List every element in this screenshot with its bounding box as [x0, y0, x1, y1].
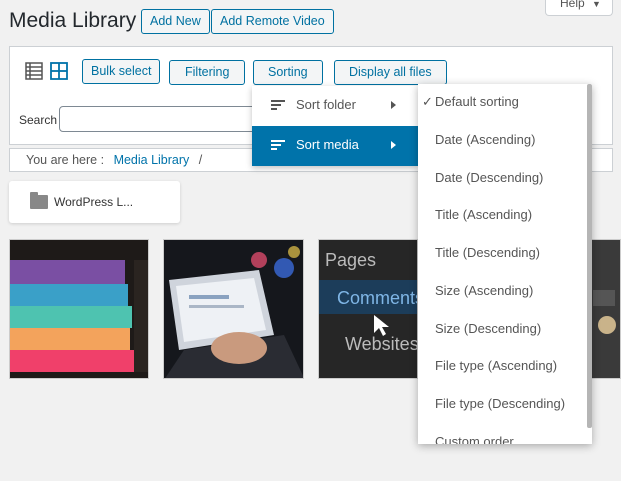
media-thumbnail-menu[interactable]: Pages Comments Websites	[318, 239, 418, 379]
thumb-text-pages: Pages	[325, 250, 376, 270]
search-input[interactable]	[59, 106, 259, 132]
sort-option-date-desc[interactable]: Date (Descending)	[418, 164, 588, 202]
sort-media-label: Sort media	[296, 137, 359, 152]
sort-option-label: Date (Descending)	[435, 170, 544, 185]
sorting-dropdown: Sort folder Sort media	[252, 86, 418, 166]
folder-icon	[30, 192, 48, 209]
sort-option-size-asc[interactable]: Size (Ascending)	[418, 277, 588, 315]
sort-option-filetype-asc[interactable]: File type (Ascending)	[418, 352, 588, 390]
sort-option-size-desc[interactable]: Size (Descending)	[418, 315, 588, 353]
chevron-down-icon: ▼	[592, 0, 601, 9]
media-thumbnail-partial[interactable]	[588, 239, 621, 379]
search-label: Search	[19, 113, 58, 127]
filtering-button[interactable]: Filtering	[169, 60, 246, 85]
submenu-scrollbar[interactable]	[587, 84, 592, 428]
sort-option-label: Default sorting	[435, 94, 519, 109]
help-label: Help	[560, 0, 585, 10]
sort-option-default[interactable]: ✓ Default sorting	[418, 88, 588, 126]
help-tab[interactable]: Help ▼	[545, 0, 613, 16]
bulk-select-button[interactable]: Bulk select	[82, 59, 161, 84]
sort-option-label: Title (Descending)	[435, 245, 541, 260]
folder-name: WordPress L...	[54, 195, 134, 209]
sticky-notes-image	[10, 240, 148, 378]
sort-option-title-desc[interactable]: Title (Descending)	[418, 239, 588, 277]
media-thumbnail-sticky-notes[interactable]	[9, 239, 149, 379]
checkmark-icon: ✓	[422, 94, 433, 109]
breadcrumb-link-media-library[interactable]: Media Library	[114, 153, 190, 167]
sort-option-title-asc[interactable]: Title (Ascending)	[418, 201, 588, 239]
sort-option-label: Title (Ascending)	[435, 207, 533, 222]
sort-option-label: Custom order	[435, 434, 514, 444]
sort-option-custom-order[interactable]: Custom order	[418, 428, 588, 444]
sort-option-label: File type (Ascending)	[435, 358, 558, 373]
folder-card[interactable]: WordPress L...	[9, 181, 180, 223]
sort-lines-icon	[271, 140, 285, 152]
breadcrumb-separator: /	[198, 153, 203, 167]
page-title: Media Library	[9, 9, 137, 32]
sort-option-date-asc[interactable]: Date (Ascending)	[418, 126, 588, 164]
chevron-right-icon	[391, 141, 396, 149]
menu-screen-image: Pages Comments Websites	[319, 240, 418, 378]
sort-option-label: Size (Descending)	[435, 321, 542, 336]
media-thumbnail-laptop[interactable]	[163, 239, 304, 379]
display-all-files-button[interactable]: Display all files	[334, 60, 447, 85]
sort-option-filetype-desc[interactable]: File type (Descending)	[418, 390, 588, 428]
chevron-right-icon	[391, 101, 396, 109]
sort-option-label: Date (Ascending)	[435, 132, 536, 147]
sort-media-submenu: ✓ Default sorting Date (Ascending) Date …	[418, 84, 592, 444]
sort-option-label: File type (Descending)	[435, 396, 566, 411]
sorting-button[interactable]: Sorting	[253, 60, 323, 85]
grid-view-icon[interactable]	[50, 62, 68, 80]
thumb-text-comments: Comments	[337, 288, 418, 308]
laptop-image	[164, 240, 303, 378]
thumb-text-websites: Websites	[345, 334, 418, 354]
add-remote-video-button[interactable]: Add Remote Video	[211, 9, 334, 34]
sort-option-label: Size (Ascending)	[435, 283, 534, 298]
sort-folder-item[interactable]: Sort folder	[252, 86, 418, 126]
partial-image	[589, 240, 620, 378]
sort-folder-label: Sort folder	[296, 97, 356, 112]
breadcrumb-prefix: You are here :	[26, 153, 105, 167]
list-view-icon[interactable]	[25, 62, 43, 80]
sort-media-item[interactable]: Sort media	[252, 126, 418, 166]
sort-lines-icon	[271, 100, 285, 112]
add-new-button[interactable]: Add New	[141, 9, 210, 34]
